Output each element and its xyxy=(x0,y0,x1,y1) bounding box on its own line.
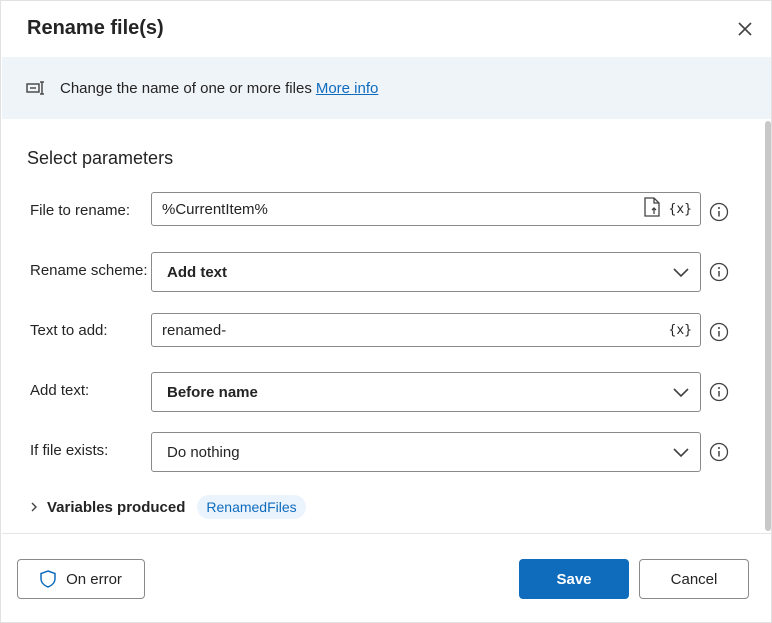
save-button[interactable]: Save xyxy=(519,559,629,599)
text-to-add-input[interactable]: renamed- {x} xyxy=(151,313,701,347)
variable-icon[interactable]: {x} xyxy=(669,202,692,217)
variables-produced: Variables produced RenamedFiles xyxy=(29,495,306,519)
chevron-down-icon xyxy=(673,448,689,458)
rename-scheme-select[interactable]: Add text xyxy=(151,252,701,292)
scrollbar[interactable] xyxy=(765,121,771,531)
close-button[interactable] xyxy=(731,15,759,43)
rename-scheme-label: Rename scheme: xyxy=(30,262,148,279)
text-to-add-label: Text to add: xyxy=(30,322,108,339)
rename-icon xyxy=(26,80,48,96)
info-icon[interactable] xyxy=(709,322,729,342)
banner-text: Change the name of one or more files xyxy=(60,79,312,97)
if-file-exists-value: Do nothing xyxy=(167,443,240,461)
add-text-value: Before name xyxy=(167,383,258,401)
rename-files-dialog: Rename file(s) Change the name of one or… xyxy=(0,0,772,623)
info-icon[interactable] xyxy=(709,202,729,222)
on-error-button[interactable]: On error xyxy=(17,559,145,599)
variable-icon[interactable]: {x} xyxy=(669,323,692,338)
info-icon[interactable] xyxy=(709,382,729,402)
add-text-label: Add text: xyxy=(30,382,90,399)
close-icon xyxy=(738,22,752,36)
file-to-rename-value: %CurrentItem% xyxy=(162,200,268,218)
variable-pill[interactable]: RenamedFiles xyxy=(197,495,306,519)
chevron-right-icon[interactable] xyxy=(29,501,39,513)
info-icon[interactable] xyxy=(709,442,729,462)
add-text-select[interactable]: Before name xyxy=(151,372,701,412)
if-file-exists-label: If file exists: xyxy=(30,442,109,459)
cancel-button[interactable]: Cancel xyxy=(639,559,749,599)
footer-divider xyxy=(2,533,771,534)
file-to-rename-label: File to rename: xyxy=(30,202,131,219)
rename-scheme-value: Add text xyxy=(167,263,227,281)
section-title: Select parameters xyxy=(27,148,174,168)
variables-produced-label: Variables produced xyxy=(47,498,186,516)
on-error-label: On error xyxy=(66,570,122,588)
text-to-add-value: renamed- xyxy=(162,321,227,339)
chevron-down-icon xyxy=(673,268,689,278)
info-icon[interactable] xyxy=(709,262,729,282)
dialog-title: Rename file(s) xyxy=(27,17,164,39)
more-info-link[interactable]: More info xyxy=(316,80,379,97)
if-file-exists-select[interactable]: Do nothing xyxy=(151,432,701,472)
file-icon[interactable] xyxy=(643,197,661,221)
chevron-down-icon xyxy=(673,388,689,398)
file-to-rename-input[interactable]: %CurrentItem% {x} xyxy=(151,192,701,226)
shield-icon xyxy=(40,570,56,588)
info-banner: Change the name of one or more files Mor… xyxy=(2,57,771,119)
